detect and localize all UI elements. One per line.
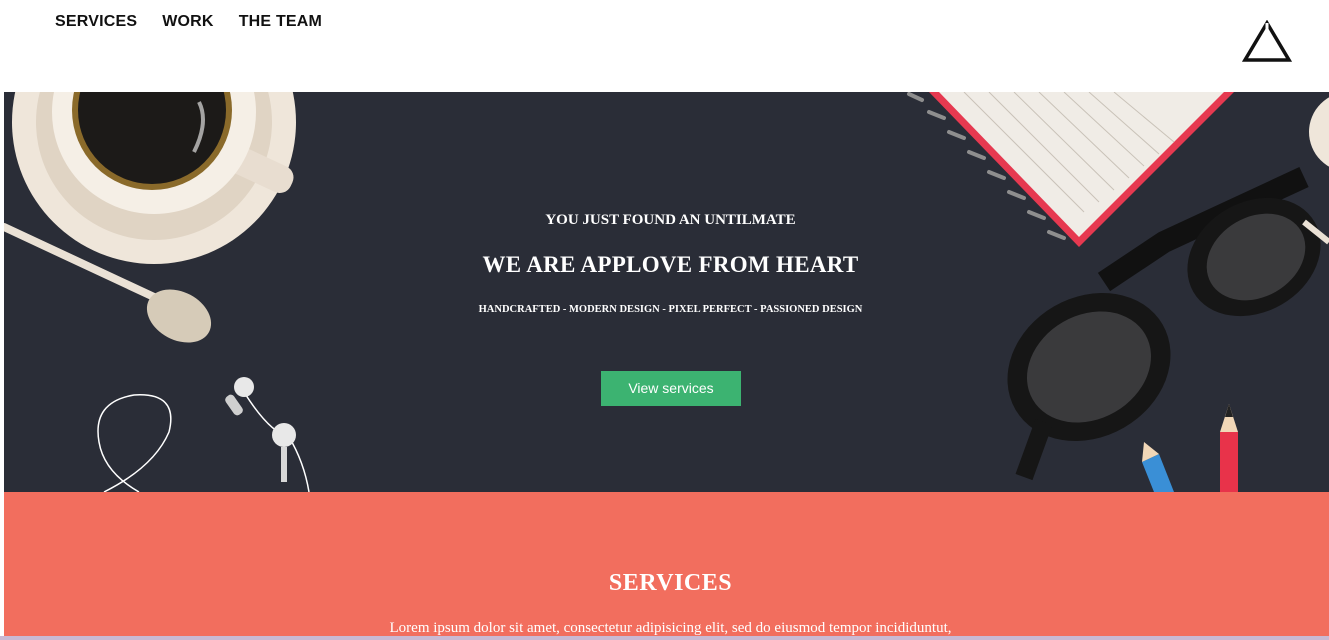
hero-kicker: YOU JUST FOUND AN UNTILMATE — [545, 212, 796, 228]
coffee-cup-icon — [12, 92, 296, 264]
hero-section: YOU JUST FOUND AN UNTILMATE WE ARE APPLO… — [4, 92, 1329, 492]
services-section: SERVICES Lorem ipsum dolor sit amet, con… — [4, 492, 1329, 640]
pencil-icon — [1142, 404, 1238, 492]
top-bar: SERVICES WORK THE TEAM — [0, 0, 1329, 92]
nav-services[interactable]: SERVICES — [55, 13, 137, 31]
hero-illustration — [4, 92, 1329, 492]
view-services-button[interactable]: View services — [601, 371, 741, 406]
nav-work[interactable]: WORK — [162, 13, 213, 31]
main-nav: SERVICES WORK THE TEAM — [55, 13, 347, 31]
nav-the-team[interactable]: THE TEAM — [239, 13, 322, 31]
bottom-strip — [0, 636, 1329, 640]
services-title: SERVICES — [608, 570, 733, 596]
hero-tagline: HANDCRAFTED - MODERN DESIGN - PIXEL PERF… — [478, 304, 863, 315]
hero-headline: WE ARE APPLOVE FROM HEART — [482, 252, 859, 277]
triangle-logo-icon[interactable] — [1242, 20, 1292, 64]
services-description: Lorem ipsum dolor sit amet, consectetur … — [389, 620, 952, 636]
earphones-icon — [97, 377, 310, 492]
